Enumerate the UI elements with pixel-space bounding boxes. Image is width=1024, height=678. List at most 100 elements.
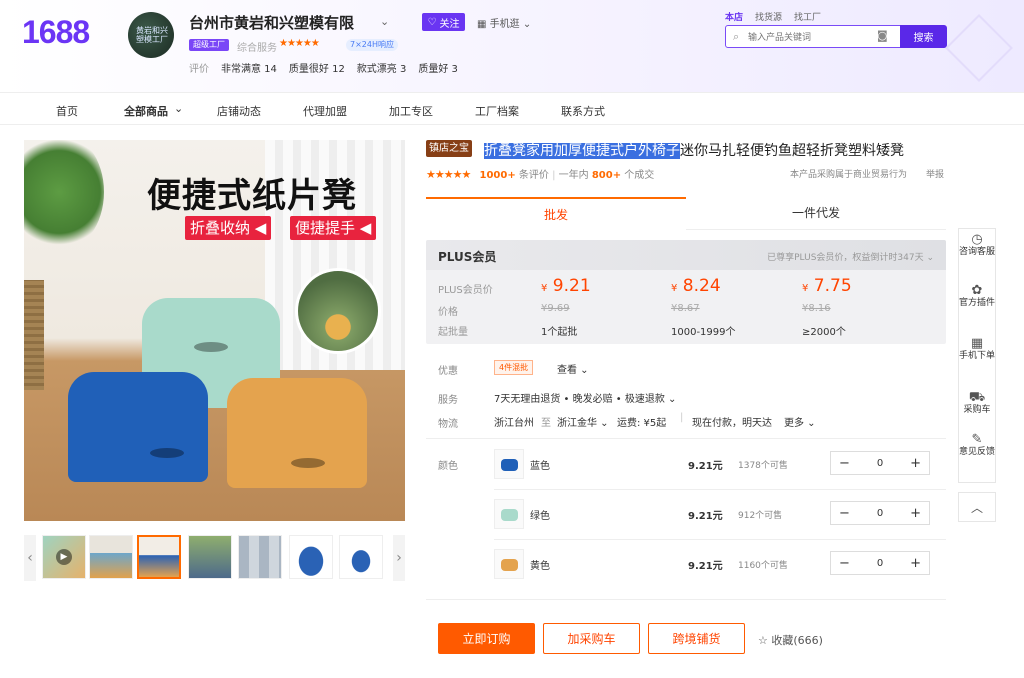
ship-from: 浙江台州: [494, 418, 534, 429]
play-icon: ▶: [56, 549, 72, 565]
tier-price: ¥8.67: [671, 303, 700, 314]
add-to-cart-button[interactable]: 加采购车: [543, 623, 640, 654]
review-tag[interactable]: 款式漂亮 3: [357, 60, 407, 75]
nav-shop-news[interactable]: 店铺动态: [217, 103, 261, 119]
decorative-diamond: [945, 14, 1013, 82]
thumbnail[interactable]: [339, 535, 383, 579]
variant-stock: 912个可售: [738, 511, 783, 521]
thumbnail[interactable]: [289, 535, 333, 579]
moq-label: 起批量: [438, 327, 468, 338]
search-button[interactable]: 搜索: [900, 25, 947, 48]
nav-agent-join[interactable]: 代理加盟: [303, 103, 347, 119]
image-tag-fold: 折叠收纳 ◀: [185, 216, 272, 240]
variant-price: 9.21元: [688, 561, 723, 572]
search-area: 本店 找货源 找工厂 ⌕ ◙ 搜索: [725, 10, 947, 48]
thumbnail[interactable]: [89, 535, 133, 579]
logistics-label: 物流: [438, 419, 458, 430]
plus-button[interactable]: +: [910, 556, 921, 571]
variant-thumbnail[interactable]: [494, 449, 524, 479]
trade-note: 本产品采购属于商业贸易行为: [790, 170, 908, 180]
search-input[interactable]: [748, 29, 868, 44]
quantity-value[interactable]: 0: [877, 508, 883, 519]
report-link[interactable]: 举报: [926, 167, 944, 180]
quantity-stepper: − 0 +: [830, 501, 930, 525]
quantity-value[interactable]: 0: [877, 558, 883, 569]
qr-icon: ▦: [970, 336, 984, 351]
search-box: ⌕ ◙ 搜索: [725, 25, 947, 48]
mobile-shop-link[interactable]: ▦ 手机逛 ⌄: [477, 15, 531, 30]
camera-icon[interactable]: ◙: [877, 29, 888, 42]
thumbnail-selected[interactable]: [137, 535, 181, 579]
review-tag[interactable]: 质量很好 12: [289, 60, 345, 75]
review-tag[interactable]: 非常满意 14: [221, 60, 277, 75]
thumb-prev-arrow[interactable]: ‹: [24, 535, 36, 581]
tier-qty: 1个起批: [541, 327, 578, 338]
ship-to-select[interactable]: 浙江金华 ⌄: [557, 414, 609, 429]
back-to-top-button[interactable]: ︿: [958, 492, 996, 522]
color-label: 颜色: [438, 461, 458, 472]
minus-button[interactable]: −: [839, 456, 850, 471]
stool-blue: [68, 372, 208, 482]
variant-name: 黄色: [530, 561, 550, 572]
nav-factory-profile[interactable]: 工厂档案: [475, 103, 519, 119]
cross-border-button[interactable]: 跨境铺货: [648, 623, 745, 654]
price-label: 价格: [438, 307, 458, 318]
review-count[interactable]: 1000+: [480, 170, 516, 181]
product-main-image[interactable]: 便捷式纸片凳 折叠收纳 ◀ 便捷提手 ◀: [24, 140, 405, 521]
sidebar-customer-service[interactable]: ◷ 咨询客服: [959, 232, 995, 258]
order-now-button[interactable]: 立即订购: [438, 623, 535, 654]
plus-button[interactable]: +: [910, 456, 921, 471]
nav-all-products[interactable]: 全部商品: [124, 103, 168, 119]
service-stars: ★★★★★: [279, 38, 320, 49]
minus-button[interactable]: −: [839, 506, 850, 521]
thumb-next-arrow[interactable]: ›: [393, 535, 405, 581]
nav-contact[interactable]: 联系方式: [561, 103, 605, 119]
plus-button[interactable]: +: [910, 506, 921, 521]
search-icon: ⌕: [733, 30, 740, 43]
minus-button[interactable]: −: [839, 556, 850, 571]
avatar-text: 黄岩和兴塑模工厂: [136, 26, 168, 44]
plus-countdown[interactable]: 已尊享PLUS会员价，权益倒计时347天 ⌄: [767, 250, 934, 263]
more-logistics[interactable]: 更多 ⌄: [784, 414, 816, 429]
promo-label: 优惠: [438, 366, 458, 377]
promo-view-link[interactable]: 查看 ⌄: [557, 361, 589, 376]
quantity-value[interactable]: 0: [877, 458, 883, 469]
sidebar-feedback[interactable]: ✎ 意见反馈: [959, 433, 995, 458]
plant-graphic: [24, 140, 104, 252]
plugin-icon: ✿: [971, 283, 983, 298]
variant-thumbnail[interactable]: [494, 499, 524, 529]
search-tab-source[interactable]: 找货源: [755, 10, 782, 23]
basket-graphic: [24, 280, 44, 390]
favorite-button[interactable]: ☆ 收藏(666): [758, 632, 823, 648]
shop-name[interactable]: 台州市黄岩和兴塑模有限: [189, 12, 354, 33]
review-tag[interactable]: 质量好 3: [418, 60, 458, 75]
tier-plus-price: ¥ 7.75: [802, 276, 852, 296]
search-tab-this-shop[interactable]: 本店: [725, 10, 743, 23]
tab-dropship[interactable]: 一件代发: [686, 197, 946, 230]
thumbnail[interactable]: [238, 535, 282, 579]
service-value[interactable]: 7天无理由退货 • 晚发必赔 • 极速退款 ⌄: [494, 390, 676, 405]
shop-avatar[interactable]: 黄岩和兴塑模工厂: [128, 12, 174, 58]
variant-price: 9.21元: [688, 461, 723, 472]
follow-button[interactable]: ♡ 关注: [422, 13, 465, 31]
thumbnail[interactable]: [188, 535, 232, 579]
search-tab-factory[interactable]: 找工厂: [794, 10, 821, 23]
variant-thumbnail[interactable]: [494, 549, 524, 579]
thumbnail-video[interactable]: ▶: [42, 535, 86, 579]
sidebar-cart[interactable]: ⛟ 采购车: [959, 391, 995, 416]
chevron-down-icon[interactable]: ⌄: [174, 102, 183, 115]
quantity-stepper: − 0 +: [830, 451, 930, 475]
logo-1688[interactable]: 1688: [22, 14, 90, 51]
nav-processing[interactable]: 加工专区: [389, 103, 433, 119]
chevron-down-icon[interactable]: ⌄: [380, 15, 389, 28]
chat-icon: ◷: [971, 232, 983, 247]
tab-wholesale[interactable]: 批发: [426, 197, 686, 230]
quantity-stepper: − 0 +: [830, 551, 930, 575]
heart-icon: ♡: [427, 16, 437, 28]
shop-nav: 首页 全部商品 ⌄ 店铺动态 代理加盟 加工专区 工厂档案 联系方式: [0, 92, 1024, 125]
nav-home[interactable]: 首页: [56, 103, 78, 119]
sidebar-mobile-order[interactable]: ▦ 手机下单: [959, 336, 995, 362]
sidebar-plugin[interactable]: ✿ 官方插件: [959, 283, 995, 309]
plus-price-panel: PLUS会员 已尊享PLUS会员价，权益倒计时347天 ⌄ PLUS会员价 价格…: [426, 240, 946, 344]
factory-badge: 超级工厂: [189, 39, 229, 51]
